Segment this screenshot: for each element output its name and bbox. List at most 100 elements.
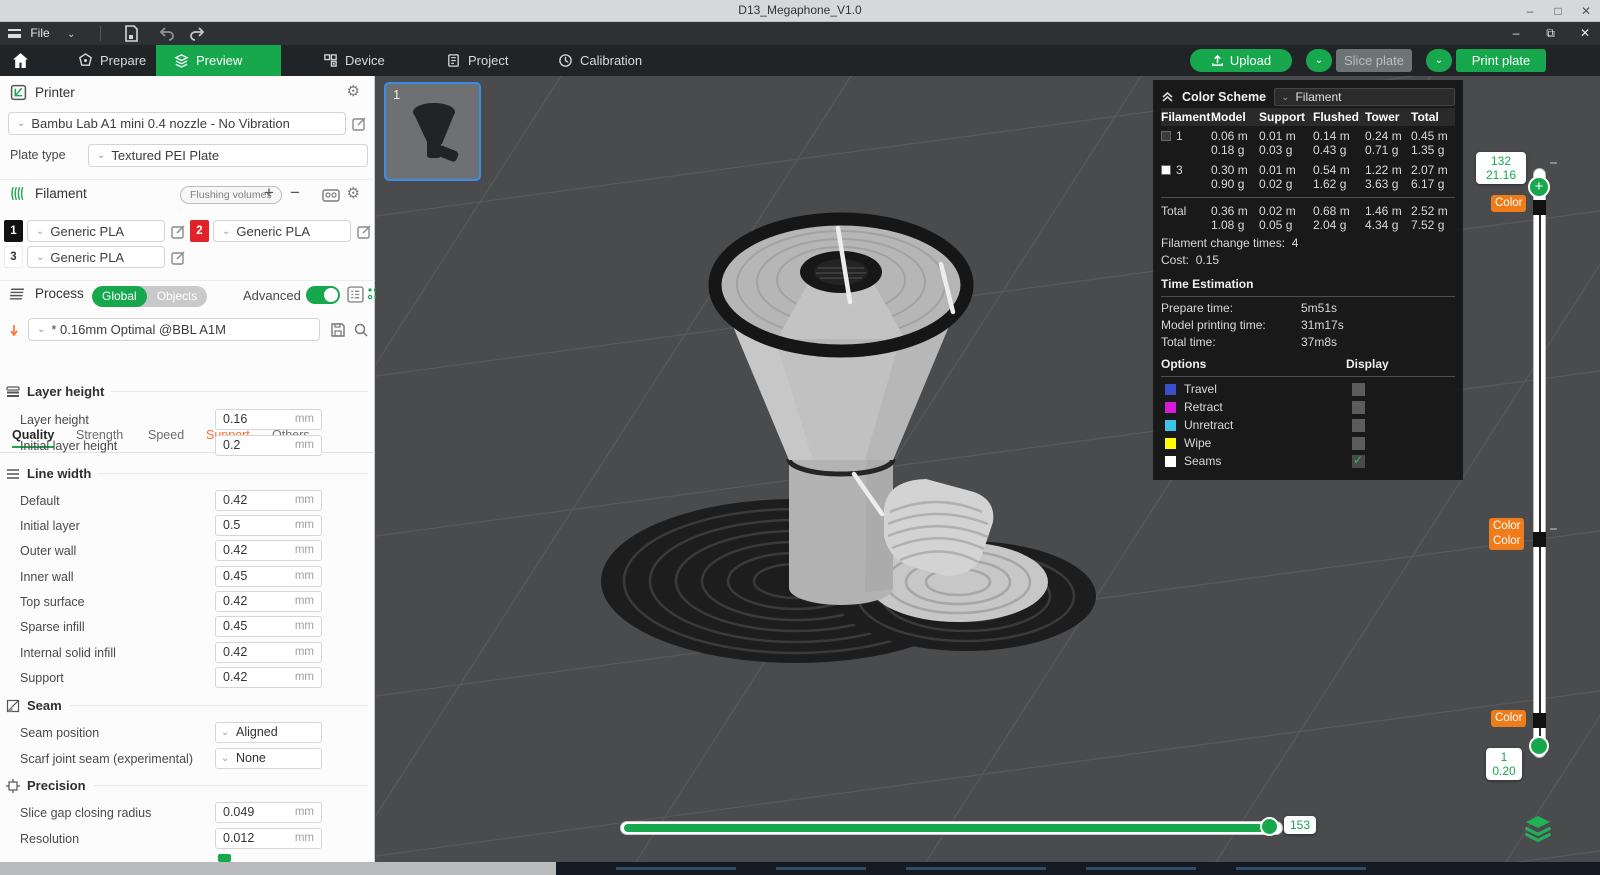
line-width-sparse-infill-input[interactable]: 0.45mm: [215, 616, 322, 637]
tab-bar: Prepare Preview Device Project Calibrati…: [0, 45, 1600, 76]
color-change-badge[interactable]: Color: [1491, 195, 1526, 212]
filament-2-edit-icon[interactable]: [357, 224, 372, 239]
preview-3d-viewport[interactable]: 1 Color Scheme ⌄ Filament FilamentModelS…: [376, 76, 1600, 862]
line-width-support-input[interactable]: 0.42mm: [215, 667, 322, 688]
upload-button[interactable]: Upload: [1190, 49, 1292, 72]
filament-settings-gear-icon[interactable]: ⚙: [347, 184, 360, 202]
tab-calibration[interactable]: Calibration: [540, 45, 660, 76]
tab-speed[interactable]: Speed: [148, 428, 184, 442]
os-minimize-button[interactable]: –: [1516, 0, 1544, 22]
color-change-marker[interactable]: [1533, 713, 1546, 728]
app-maximize-button[interactable]: ⧉: [1536, 22, 1566, 45]
slice-plate-button[interactable]: Slice plate: [1336, 49, 1412, 72]
line-width-default-input[interactable]: 0.42mm: [215, 490, 322, 511]
filament-3-edit-icon[interactable]: [171, 250, 186, 265]
layer-slider-bottom-handle[interactable]: [1529, 736, 1549, 756]
param-label: Resolution: [20, 832, 79, 846]
add-filament-button[interactable]: +: [264, 183, 274, 203]
layer-range-indicator: [1539, 206, 1541, 746]
save-project-button[interactable]: [122, 25, 140, 42]
travel-display-checkbox[interactable]: [1352, 383, 1365, 396]
unretract-display-checkbox[interactable]: [1352, 419, 1365, 432]
filament-icon: [10, 185, 27, 202]
printer-edit-icon[interactable]: [352, 116, 367, 131]
color-change-badge-low[interactable]: Color: [1491, 710, 1526, 727]
os-close-button[interactable]: ✕: [1572, 0, 1600, 22]
scope-objects-segment[interactable]: Objects: [147, 286, 208, 307]
param-label: Slice gap closing radius: [20, 806, 151, 820]
line-width-initial-input[interactable]: 0.5mm: [215, 515, 322, 536]
filament-2-select[interactable]: ⌄ Generic PLA: [213, 220, 351, 242]
project-icon: [446, 53, 461, 68]
line-width-inner-wall-input[interactable]: 0.45mm: [215, 566, 322, 587]
layer-slider-top-handle[interactable]: [1533, 200, 1546, 215]
printer-select[interactable]: ⌄ Bambu Lab A1 mini 0.4 nozzle - No Vibr…: [8, 112, 346, 135]
print-dropdown-button[interactable]: ⌄: [1426, 49, 1452, 72]
wipe-display-checkbox[interactable]: [1352, 437, 1365, 450]
advanced-toggle[interactable]: [306, 286, 340, 304]
slice-gap-closing-input[interactable]: 0.049mm: [215, 802, 322, 823]
print-plate-button[interactable]: Print plate: [1456, 49, 1546, 72]
filament-1-value: Generic PLA: [50, 224, 124, 239]
param-label: Initial layer height: [20, 439, 117, 453]
search-icon[interactable]: [353, 322, 369, 338]
undo-button[interactable]: [158, 25, 176, 42]
move-slider-handle[interactable]: [1260, 817, 1279, 836]
seams-display-checkbox[interactable]: [1352, 455, 1365, 468]
os-maximize-button[interactable]: □: [1544, 0, 1572, 22]
layers-view-button[interactable]: [1522, 814, 1554, 844]
tab-preview[interactable]: Preview: [156, 45, 281, 76]
line-width-outer-wall-input[interactable]: 0.42mm: [215, 540, 322, 561]
tab-project[interactable]: Project: [428, 45, 526, 76]
ams-icon[interactable]: [322, 187, 340, 203]
printer-settings-gear-icon[interactable]: ⚙: [347, 82, 360, 100]
filament-1-swatch[interactable]: 1: [4, 220, 23, 242]
move-slider-tooltip: 153: [1284, 816, 1316, 834]
slice-dropdown-button[interactable]: ⌄: [1306, 49, 1332, 72]
tab-device[interactable]: Device: [305, 45, 403, 76]
remove-filament-button[interactable]: −: [290, 183, 300, 203]
line-width-internal-solid-input[interactable]: 0.42mm: [215, 642, 322, 663]
add-color-change-button[interactable]: +: [1528, 176, 1550, 198]
color-change-badge-double[interactable]: ColorColor: [1489, 518, 1524, 550]
checkbox-partial[interactable]: [218, 854, 231, 862]
menu-divider: [100, 26, 101, 41]
precision-section-header: Precision: [6, 778, 368, 793]
color-scheme-select[interactable]: ⌄ Filament: [1274, 88, 1455, 106]
filament-3-swatch[interactable]: 3: [4, 246, 23, 268]
app-close-button[interactable]: ✕: [1570, 22, 1600, 45]
color-change-marker[interactable]: [1533, 532, 1546, 547]
scope-global-segment[interactable]: Global: [92, 286, 147, 307]
param-label: Initial layer: [20, 519, 80, 533]
filament-3-select[interactable]: ⌄ Generic PLA: [27, 246, 165, 268]
seam-position-select[interactable]: ⌄Aligned: [215, 722, 322, 743]
options-display-header: OptionsDisplay: [1161, 355, 1455, 373]
filament-1-select[interactable]: ⌄ Generic PLA: [27, 220, 165, 242]
plate-type-select[interactable]: ⌄ Textured PEI Plate: [88, 144, 368, 167]
precision-icon: [6, 779, 20, 793]
redo-button[interactable]: [188, 25, 206, 42]
view-list-icon[interactable]: [347, 286, 364, 303]
home-button[interactable]: [0, 45, 40, 76]
tab-project-label: Project: [468, 53, 508, 68]
process-preset-select[interactable]: ⌄ * 0.16mm Optimal @BBL A1M: [28, 318, 320, 341]
process-section-header: Process: [10, 285, 84, 302]
process-scope-toggle[interactable]: Global Objects: [92, 286, 207, 307]
scarf-joint-seam-select[interactable]: ⌄None: [215, 748, 322, 769]
tab-prepare[interactable]: Prepare: [60, 45, 164, 76]
filament-2-swatch[interactable]: 2: [190, 220, 209, 242]
line-width-top-surface-input[interactable]: 0.42mm: [215, 591, 322, 612]
retract-display-checkbox[interactable]: [1352, 401, 1365, 414]
collapse-panel-icon[interactable]: [1161, 91, 1174, 103]
save-preset-icon[interactable]: [330, 322, 346, 338]
filament-1-edit-icon[interactable]: [171, 224, 186, 239]
horizontal-scrollbar[interactable]: [0, 862, 556, 875]
resolution-input[interactable]: 0.012mm: [215, 828, 322, 849]
layer-height-input[interactable]: 0.16mm: [215, 409, 322, 430]
plate-type-value: Textured PEI Plate: [111, 148, 219, 163]
main-menu-button[interactable]: File ⌄: [8, 22, 75, 45]
initial-layer-height-input[interactable]: 0.2mm: [215, 435, 322, 456]
plate-thumbnail[interactable]: 1: [384, 82, 481, 181]
filament-1-color-swatch: [1161, 131, 1171, 141]
app-minimize-button[interactable]: –: [1501, 22, 1531, 45]
